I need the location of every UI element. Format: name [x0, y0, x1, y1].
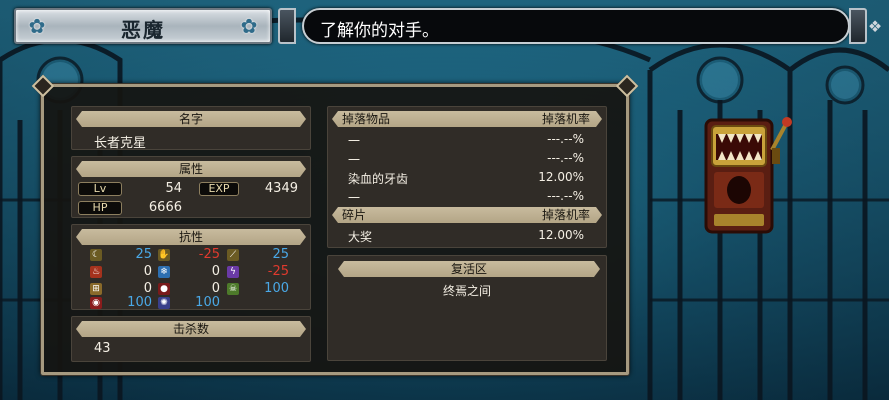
lightning-icon: ϟ [227, 266, 239, 278]
drop-item-name: 一 [348, 153, 361, 167]
curse-icon: ◉ [90, 297, 102, 309]
resistances-header: 抗性 [76, 229, 306, 245]
revival-section: 复活区 终焉之间 [327, 255, 607, 361]
slash-icon: ✋ [158, 249, 170, 261]
message-text: 了解你的对手。 [320, 21, 439, 41]
resistance-value: -25 [267, 264, 289, 279]
kills-section: 击杀数 43 [71, 316, 311, 362]
resistance-value: 100 [195, 295, 220, 310]
petrify-icon: ✺ [158, 297, 170, 309]
shards-header-rate: 掉落机率 [541, 208, 590, 222]
resistance-value: 25 [135, 247, 152, 262]
resistances-section: 抗性 ☾ 25 ✋ -25 ⟋ 25 ♨ 0 ❄ 0 ϟ -25 ⊞ 0 ● 0… [71, 224, 311, 310]
shards-header-name: 碎片 [342, 208, 367, 222]
exp-value: 4349 [264, 181, 298, 196]
bestiary-panel: 名字 长者克星 属性 Lv 54 EXP 4349 HP 6666 抗性 ☾ 2… [41, 84, 629, 375]
drop-item-name: 染血的牙齿 [348, 172, 409, 186]
name-header: 名字 [76, 111, 306, 127]
lv-label: Lv [78, 182, 122, 196]
drops-header: 掉落物品 掉落机率 [332, 111, 602, 127]
drop-item-rate: ---.--% [547, 151, 584, 165]
drops-header-name: 掉落物品 [342, 112, 391, 126]
revival-location: 终焉之间 [442, 284, 491, 298]
drop-item-name: 一 [348, 134, 361, 148]
lv-value: 54 [165, 181, 182, 196]
crescent-icon: ☾ [90, 249, 102, 261]
exp-label: EXP [199, 182, 239, 196]
resistance-value: 25 [272, 247, 289, 262]
fleur-ornament-icon: ❖ [867, 16, 883, 36]
ice-icon: ❄ [158, 266, 170, 278]
bracket-ornament [278, 8, 296, 44]
strike-icon: ⊞ [90, 283, 102, 295]
rose-ornament-icon: ✿ [240, 14, 258, 38]
revival-header: 复活区 [338, 261, 600, 277]
enemy-name-plate: ✿ 恶魔 ✿ [14, 8, 272, 44]
dark-icon: ● [158, 283, 170, 295]
kills-header: 击杀数 [76, 321, 306, 337]
drop-item-rate: 12.00% [538, 170, 584, 184]
top-bar: ✿ 恶魔 ✿ 了解你的对手。 ❖ [0, 0, 889, 52]
resistance-value: 100 [127, 295, 152, 310]
hp-value: 6666 [148, 200, 182, 215]
thrust-icon: ⟋ [227, 249, 239, 261]
enemy-sprite [700, 110, 800, 240]
resistance-value: 0 [211, 264, 220, 279]
resistance-value: 0 [143, 281, 152, 296]
resistance-value: 0 [211, 281, 220, 296]
name-section: 名字 长者克星 [71, 106, 311, 151]
drop-item-rate: ---.--% [547, 189, 584, 203]
drops-header-rate: 掉落机率 [541, 112, 590, 126]
shard-rate: 12.00% [538, 228, 584, 242]
hp-label: HP [78, 201, 122, 215]
drop-item-rate: ---.--% [547, 132, 584, 146]
drops-section: 掉落物品 掉落机率 一 ---.--% 一 ---.--% 染血的牙齿 12.0… [327, 106, 607, 248]
poison-icon: ☠ [227, 283, 239, 295]
fire-icon: ♨ [90, 266, 102, 278]
shard-name: 大奖 [348, 230, 373, 244]
enemy-title: 长者克星 [94, 136, 147, 151]
enemy-name: 恶魔 [121, 18, 165, 42]
shards-header: 碎片 掉落机率 [332, 207, 602, 223]
attributes-header: 属性 [76, 161, 306, 177]
resistance-value: -25 [198, 247, 220, 262]
message-box: 了解你的对手。 [302, 8, 850, 44]
resistance-value: 100 [264, 281, 289, 296]
drop-item-name: 一 [348, 191, 361, 205]
resistance-value: 0 [143, 264, 152, 279]
attributes-section: 属性 Lv 54 EXP 4349 HP 6666 [71, 156, 311, 218]
kills-value: 43 [94, 341, 111, 356]
